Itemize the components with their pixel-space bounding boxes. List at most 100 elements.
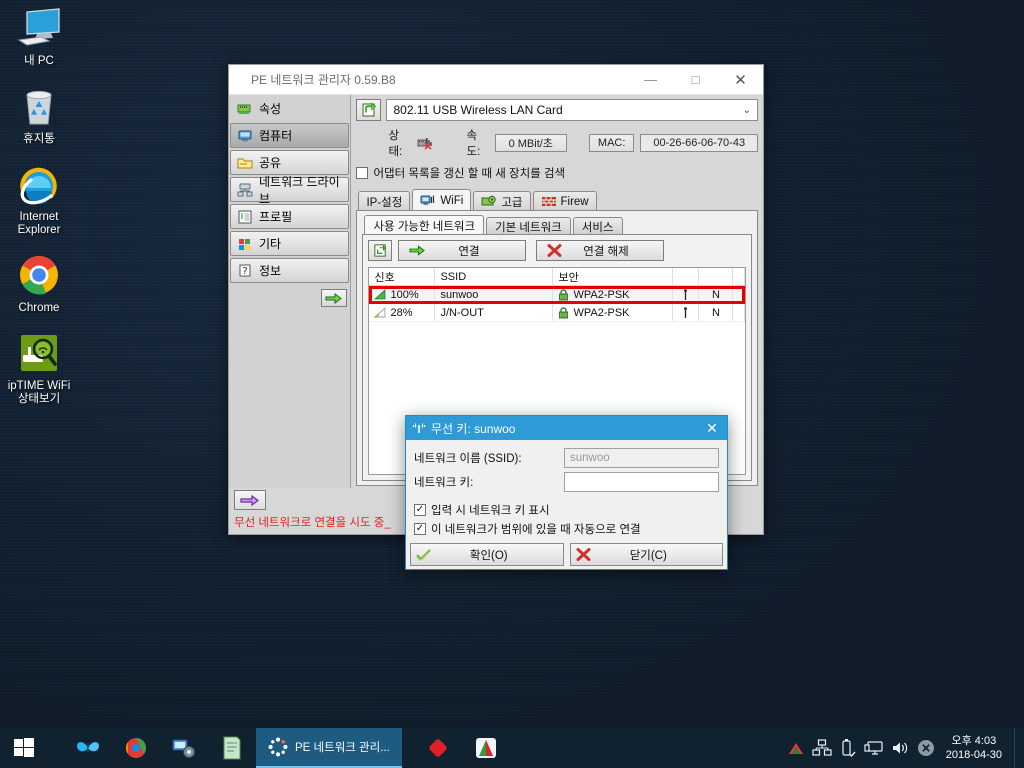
checkbox-box: ✓ — [414, 504, 426, 516]
state-label: 상태: — [388, 130, 403, 158]
subtab-default-networks[interactable]: 기본 네트워크 — [486, 217, 571, 235]
ssid-input: sunwoo — [564, 448, 719, 468]
tab-label: 고급 — [501, 196, 523, 209]
taskbar-red-diamond-app[interactable] — [414, 728, 462, 768]
desktop-icon-label: Internet Explorer — [17, 211, 61, 236]
cell-antenna — [673, 304, 700, 321]
auto-connect-checkbox[interactable]: ✓ 이 네트워크가 범위에 있을 때 자동으로 연결 — [414, 521, 719, 537]
red-x-icon — [571, 548, 597, 561]
key-label: 네트워크 키: — [414, 477, 474, 489]
sidebar-item-profile[interactable]: 프로필 — [230, 204, 350, 229]
adapter-select-value: 802.11 USB Wireless LAN Card — [393, 103, 563, 117]
sidebar-item-misc[interactable]: 기타 — [230, 231, 350, 256]
desktop-icon-iptime-wifi[interactable]: ipTIME WiFi 상태보기 — [0, 329, 78, 406]
ok-button[interactable]: 확인(O) — [410, 543, 564, 566]
subtab-available-networks[interactable]: 사용 가능한 네트워크 — [364, 215, 485, 235]
sidebar-item-properties[interactable]: 속성 — [230, 96, 350, 121]
network-key-input[interactable] — [564, 472, 719, 492]
signal-weak-icon — [374, 307, 387, 318]
usb-eject-icon[interactable] — [838, 737, 858, 759]
taskbar-parrot-app[interactable] — [112, 728, 160, 768]
sidebar-item-label: 속성 — [259, 102, 282, 116]
tab-label: Firew — [560, 195, 589, 208]
network-drive-icon — [237, 183, 253, 197]
refresh-adapter-icon — [361, 102, 377, 118]
window-titlebar[interactable]: PE 네트워크 관리자 0.59.B8 — □ ✕ — [229, 65, 763, 95]
sidebar-item-computer[interactable]: 컴퓨터 — [230, 123, 350, 148]
clock[interactable]: 오후 4:03 2018-04-30 — [942, 734, 1008, 762]
start-button[interactable] — [0, 728, 48, 768]
disconnected-network-icon — [417, 136, 433, 150]
sidebar-item-label: 정보 — [259, 264, 282, 278]
sidebar-item-info[interactable]: ? 정보 — [230, 258, 350, 283]
dialog-close-button[interactable]: ✕ — [697, 416, 727, 440]
windows-start-icon — [14, 738, 34, 758]
network-icon[interactable] — [812, 737, 832, 759]
green-red-icon — [474, 736, 498, 760]
cancel-button[interactable]: 닫기(C) — [569, 543, 723, 566]
taskbar-settings-app[interactable] — [160, 728, 208, 768]
desktop-icon-recycle-bin[interactable]: 휴지통 — [0, 82, 78, 146]
cell-signal: 100% — [369, 286, 436, 303]
speed-value: 0 MBit/초 — [494, 134, 567, 152]
sidebar-item-network-drive[interactable]: 네트워크 드라이브 — [230, 175, 350, 206]
antenna-icon — [682, 306, 689, 319]
desktop-icon-my-pc[interactable]: 내 PC — [0, 4, 78, 68]
gray-close-icon[interactable] — [916, 737, 936, 759]
maximize-button[interactable]: □ — [673, 65, 718, 94]
sidebar-filler — [230, 285, 349, 487]
refresh-adapter-button[interactable] — [356, 99, 382, 121]
close-button[interactable]: ✕ — [718, 65, 763, 94]
notes-icon — [221, 736, 243, 760]
scan-new-devices-checkbox[interactable]: 어댑터 목록을 갱신 할 때 새 장치를 검색 — [356, 165, 758, 181]
cell-mode: N — [699, 304, 734, 321]
dialog-title: 무선 키: sunwoo — [431, 421, 516, 436]
internet-explorer-icon — [15, 160, 63, 208]
cell-antenna — [673, 286, 700, 303]
taskbar-green-red-app[interactable] — [462, 728, 510, 768]
column-header-signal: 신호 — [369, 268, 436, 285]
minimize-button[interactable]: — — [628, 65, 673, 94]
column-header-security: 보안 — [553, 268, 674, 285]
desktop-icon-chrome[interactable]: Chrome — [0, 251, 78, 315]
system-tray: 오후 4:03 2018-04-30 — [786, 728, 1024, 768]
tab-wifi[interactable]: WiFi — [412, 189, 472, 211]
taskbar-notes-app[interactable] — [208, 728, 256, 768]
cell-extra — [733, 304, 745, 321]
lock-green-icon — [558, 306, 569, 319]
show-desktop-button[interactable] — [1014, 728, 1020, 768]
volume-icon[interactable] — [890, 737, 910, 759]
tab-firewall[interactable]: Firew — [532, 191, 597, 211]
butterfly-icon — [75, 737, 101, 759]
adapter-select[interactable]: 802.11 USB Wireless LAN Card ⌄ — [386, 99, 758, 121]
connect-button[interactable]: 연결 — [398, 240, 527, 261]
settings-gear-icon — [171, 737, 197, 759]
subtab-services[interactable]: 서비스 — [572, 217, 623, 235]
red-triangle-icon[interactable] — [786, 737, 806, 759]
table-row[interactable]: 100% sunwoo WPA2-PSK N — [369, 286, 745, 304]
cell-ssid: sunwoo — [435, 286, 554, 303]
tab-ip-settings[interactable]: IP-설정 — [358, 191, 411, 211]
sidebar: 속성 컴퓨터 공유 네트워크 드라이브 프로필 기타 ? 정보 — [229, 95, 352, 488]
tab-advanced[interactable]: 고급 — [473, 191, 531, 211]
desktop-icon-internet-explorer[interactable]: Internet Explorer — [0, 160, 78, 237]
speed-label: 속도: — [466, 130, 481, 158]
green-arrow-right-icon — [325, 292, 343, 304]
wifi-magnifier-icon — [15, 329, 63, 377]
taskbar-active-task[interactable]: PE 네트워크 관리... — [256, 728, 402, 768]
sidebar-item-label: 기타 — [259, 237, 282, 251]
share-folder-icon — [237, 156, 253, 170]
sidebar-item-share[interactable]: 공유 — [230, 150, 350, 175]
footer-arrow-button[interactable] — [234, 490, 266, 510]
show-key-checkbox[interactable]: ✓ 입력 시 네트워크 키 표시 — [414, 502, 719, 518]
desktop-icon-label: 휴지통 — [23, 133, 55, 145]
disconnect-button[interactable]: 연결 해제 — [536, 240, 665, 261]
refresh-list-button[interactable] — [368, 240, 393, 261]
taskbar-butterfly-app[interactable] — [64, 728, 112, 768]
display-icon[interactable] — [864, 737, 884, 759]
dialog-titlebar[interactable]: 무선 키: sunwoo ✕ — [406, 416, 727, 440]
cell-security: WPA2-PSK — [553, 304, 674, 321]
sidebar-go-button[interactable] — [321, 289, 348, 307]
table-row[interactable]: 28% J/N-OUT WPA2-PSK N — [369, 304, 745, 322]
cell-extra — [733, 286, 745, 303]
